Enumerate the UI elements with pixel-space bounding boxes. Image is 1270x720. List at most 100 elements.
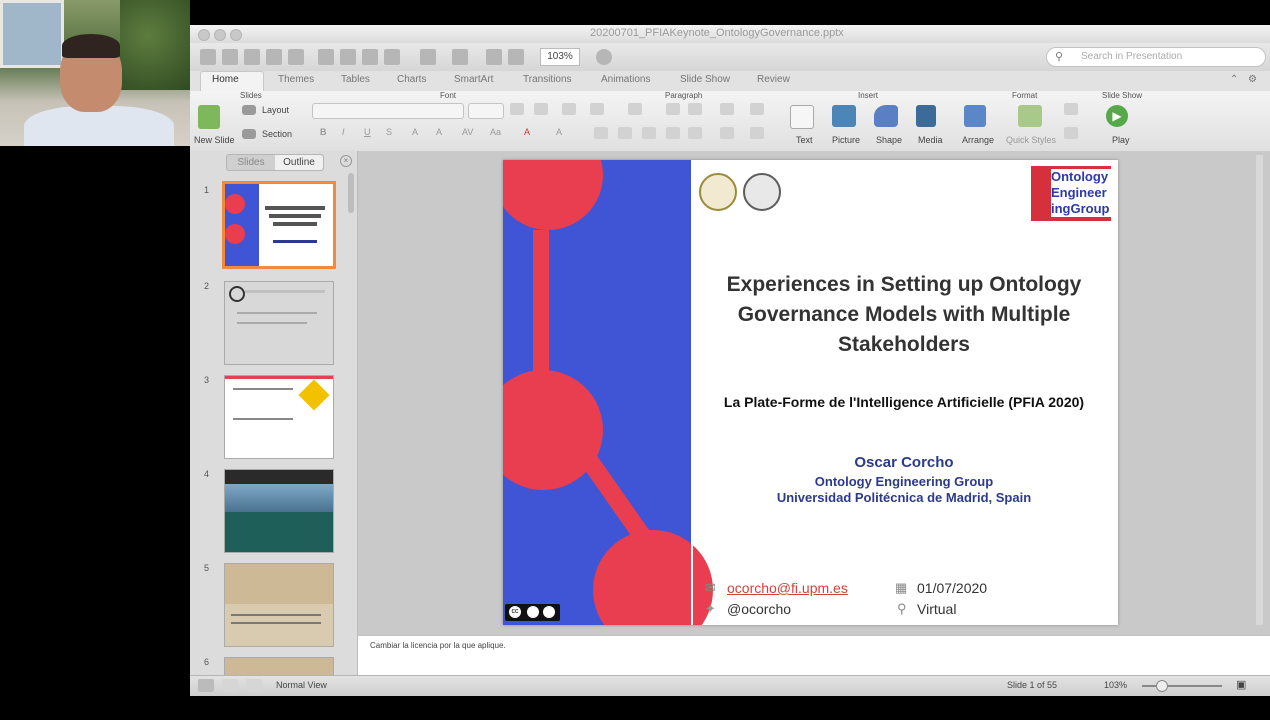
speaker-notes[interactable]: Cambiar la licencia por la que aplique. xyxy=(370,641,506,650)
italic-icon[interactable]: I xyxy=(342,127,345,137)
collapse-ribbon-icon[interactable]: ⌃ xyxy=(1230,74,1238,85)
tab-outline[interactable]: Outline xyxy=(275,155,323,170)
author-group[interactable]: Ontology Engineering Group xyxy=(699,474,1109,489)
editor-scrollbar[interactable] xyxy=(1256,155,1263,625)
paste-icon[interactable] xyxy=(362,49,378,65)
shape-icon[interactable] xyxy=(874,105,898,127)
media-button[interactable]: Media xyxy=(918,135,943,145)
underline-icon[interactable]: U xyxy=(364,127,371,137)
normal-view-icon[interactable] xyxy=(198,679,214,692)
tab-transitions[interactable]: Transitions xyxy=(523,74,572,85)
new-slide-icon[interactable] xyxy=(198,105,220,129)
play-button[interactable]: Play xyxy=(1112,135,1130,145)
text-button[interactable]: Text xyxy=(796,135,813,145)
zoom-window-button[interactable] xyxy=(230,29,242,41)
tab-animations[interactable]: Animations xyxy=(601,74,650,85)
open-icon[interactable] xyxy=(244,49,260,65)
tab-charts[interactable]: Charts xyxy=(397,74,426,85)
text-direction-icon[interactable] xyxy=(720,127,734,139)
media-browser-icon[interactable] xyxy=(486,49,502,65)
new-icon[interactable] xyxy=(200,49,216,65)
text-highlight-icon[interactable]: A xyxy=(556,127,562,137)
author-university[interactable]: Universidad Politécnica de Madrid, Spain xyxy=(699,490,1109,505)
align-text-icon[interactable] xyxy=(750,127,764,139)
bullets-icon[interactable] xyxy=(590,103,604,115)
line-spacing-icon[interactable] xyxy=(720,103,734,115)
twitter-handle[interactable]: @ocorcho xyxy=(727,601,791,617)
text-box-icon[interactable] xyxy=(790,105,814,129)
shape-line-icon[interactable] xyxy=(1064,127,1078,139)
search-input[interactable]: ⚲ Search in Presentation xyxy=(1046,47,1266,67)
increase-indent-icon[interactable] xyxy=(688,103,702,115)
gear-icon[interactable]: ⚙ xyxy=(1248,74,1257,85)
media-icon[interactable] xyxy=(916,105,936,127)
print-icon[interactable] xyxy=(288,49,304,65)
close-panel-icon[interactable]: × xyxy=(340,155,352,167)
slide-thumbnail-2[interactable] xyxy=(224,281,334,365)
quick-styles-icon[interactable] xyxy=(1018,105,1042,127)
section-button[interactable]: Section xyxy=(262,129,292,139)
justify-icon[interactable] xyxy=(666,127,680,139)
numbering-icon[interactable] xyxy=(628,103,642,115)
slide-thumbnail-5[interactable] xyxy=(224,563,334,647)
slide-thumbnail-6[interactable] xyxy=(224,657,334,675)
redo-icon[interactable] xyxy=(452,49,468,65)
picture-icon[interactable] xyxy=(832,105,856,127)
shape-button[interactable]: Shape xyxy=(876,135,902,145)
slide-title[interactable]: Experiences in Setting up Ontology Gover… xyxy=(699,270,1109,360)
undo-icon[interactable] xyxy=(420,49,436,65)
author-name[interactable]: Oscar Corcho xyxy=(699,454,1109,471)
shape-fill-icon[interactable] xyxy=(1064,103,1078,115)
slide-canvas[interactable]: cc Ontology Engineer ingGroup Experience… xyxy=(503,160,1118,625)
align-right-icon[interactable] xyxy=(642,127,656,139)
distribute-icon[interactable] xyxy=(688,127,702,139)
bold-icon[interactable]: B xyxy=(320,127,327,137)
arrange-icon[interactable] xyxy=(964,105,986,127)
superscript-icon[interactable]: A xyxy=(412,127,418,137)
slide-subtitle[interactable]: La Plate-Forme de l'Intelligence Artific… xyxy=(699,394,1109,410)
shrink-font-icon[interactable] xyxy=(534,103,548,115)
font-name-select[interactable] xyxy=(312,103,464,119)
templates-icon[interactable] xyxy=(222,49,238,65)
help-icon[interactable] xyxy=(596,49,612,65)
zoom-slider-knob[interactable] xyxy=(1156,680,1168,692)
change-case-icon[interactable]: Aa xyxy=(490,127,501,137)
notes-pane[interactable]: Cambiar la licencia por la que aplique. xyxy=(358,635,1270,676)
tab-smartart[interactable]: SmartArt xyxy=(454,74,493,85)
font-size-select[interactable] xyxy=(468,103,504,119)
layout-button[interactable]: Layout xyxy=(262,105,289,115)
copy-icon[interactable] xyxy=(340,49,356,65)
slide-thumbnail-3[interactable] xyxy=(224,375,334,459)
slide-sorter-icon[interactable] xyxy=(222,679,238,692)
slide-thumbnail-4[interactable] xyxy=(224,469,334,553)
tab-themes[interactable]: Themes xyxy=(278,74,314,85)
slide-show-view-icon[interactable] xyxy=(246,679,262,692)
decrease-indent-icon[interactable] xyxy=(666,103,680,115)
quick-styles-button[interactable]: Quick Styles xyxy=(1006,135,1056,145)
toolbox-icon[interactable] xyxy=(508,49,524,65)
tab-tables[interactable]: Tables xyxy=(341,74,370,85)
email-link[interactable]: ocorcho@fi.upm.es xyxy=(727,580,848,596)
minimize-window-button[interactable] xyxy=(214,29,226,41)
picture-button[interactable]: Picture xyxy=(832,135,860,145)
new-slide-button[interactable]: New Slide xyxy=(194,135,235,145)
tab-review[interactable]: Review xyxy=(757,74,790,85)
character-spacing-icon[interactable]: AV xyxy=(462,127,473,137)
panel-scrollbar[interactable] xyxy=(348,173,354,213)
align-left-icon[interactable] xyxy=(594,127,608,139)
columns-icon[interactable] xyxy=(750,103,764,115)
tab-slides[interactable]: Slides xyxy=(227,155,275,170)
arrange-button[interactable]: Arrange xyxy=(962,135,994,145)
save-icon[interactable] xyxy=(266,49,282,65)
grow-font-icon[interactable] xyxy=(510,103,524,115)
font-color-icon[interactable]: A xyxy=(524,127,530,137)
close-window-button[interactable] xyxy=(198,29,210,41)
clear-format-icon[interactable] xyxy=(562,103,576,115)
cut-icon[interactable] xyxy=(318,49,334,65)
slide-thumbnail-1[interactable] xyxy=(222,181,336,269)
subscript-icon[interactable]: A xyxy=(436,127,442,137)
tab-slide-show[interactable]: Slide Show xyxy=(680,74,730,85)
zoom-field[interactable]: 103% xyxy=(540,48,580,66)
play-icon[interactable]: ▶ xyxy=(1106,105,1128,127)
fit-window-icon[interactable]: ▣ xyxy=(1236,678,1246,691)
